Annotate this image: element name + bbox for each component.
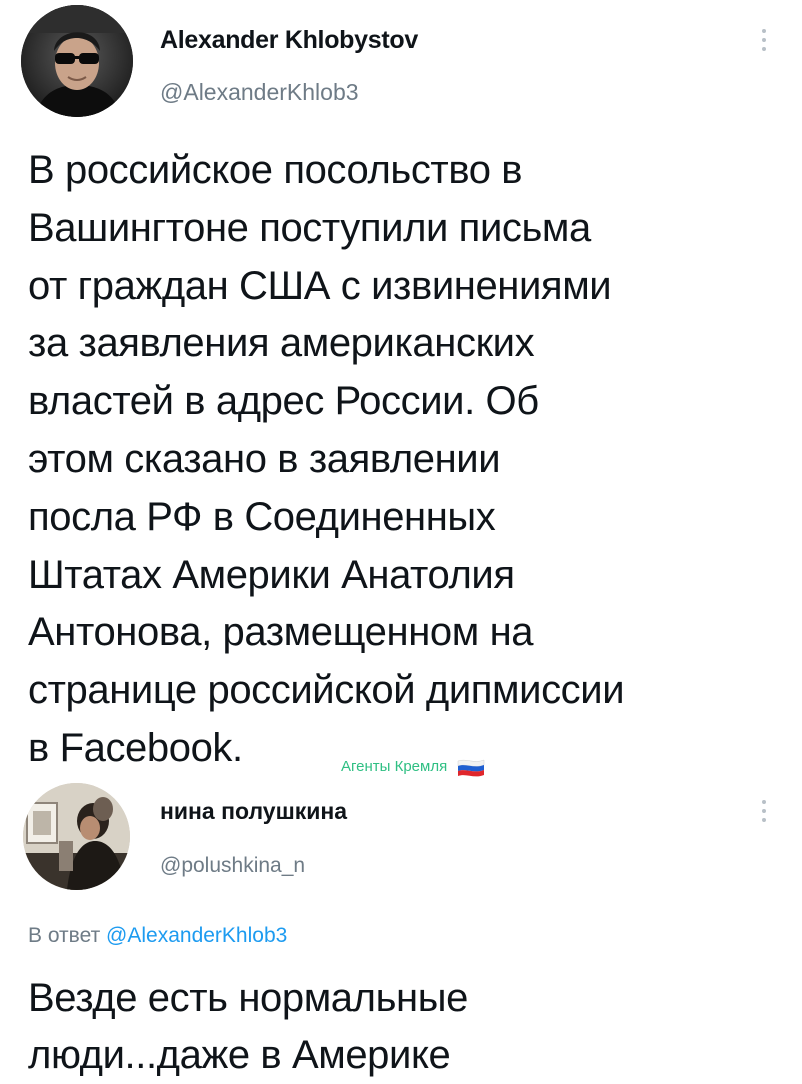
tweet-text-line: посла РФ в Соединенных [28, 494, 496, 539]
author-avatar[interactable] [21, 5, 133, 117]
replying-handle-link[interactable]: @AlexanderKhlob3 [106, 924, 287, 947]
tweet-text-line: в Facebook. [28, 725, 243, 770]
tweet-text: В российское посольство в Вашингтоне пос… [28, 142, 625, 778]
tweet-text-line: за заявления американских [28, 321, 535, 366]
more-options-icon[interactable] [761, 800, 767, 822]
avatar-photo-icon [23, 783, 130, 890]
tweet-text-line: этом сказано в заявлении [28, 436, 501, 481]
tweet-text-line: Вашингтоне поступили письма [28, 205, 591, 250]
replying-to: В ответ @AlexanderKhlob3 [28, 924, 287, 948]
tweet-text-line: Везде есть нормальные [28, 976, 468, 1020]
author-handle[interactable]: @polushkina_n [160, 854, 305, 878]
replying-prefix: В ответ [28, 924, 101, 947]
tweet-text-line: от граждан США с извинениями [28, 263, 612, 308]
tweet-text-line: властей в адрес России. Об [28, 379, 539, 424]
tweet-text-line: Штатах Америки Анатолия [28, 552, 515, 597]
watermark-label: Агенты Кремля [341, 757, 448, 775]
tweet-text: Везде есть нормальные люди...даже в Амер… [28, 970, 468, 1084]
tweet-text-line: Антонова, размещенном на [28, 610, 534, 655]
tweet-text-line: странице российской дипмиссии [28, 668, 625, 713]
author-name[interactable]: Alexander Khlobystov [160, 26, 418, 55]
tweet-reply: нина полушкина @polushkina_n В ответ @Al… [0, 780, 802, 1080]
avatar-photo-icon [21, 5, 133, 117]
tweet-text-line: В российское посольство в [28, 148, 523, 192]
author-avatar[interactable] [23, 783, 130, 890]
watermark: Агенты Кремля [341, 757, 486, 777]
author-name[interactable]: нина полушкина [160, 798, 347, 825]
more-options-icon[interactable] [761, 29, 767, 51]
author-handle[interactable]: @AlexanderKhlob3 [160, 79, 359, 106]
tweet-text-line: люди...даже в Америке [28, 1033, 451, 1077]
tweet-original: Alexander Khlobystov @AlexanderKhlob3 В … [0, 0, 802, 790]
russian-flag-icon [458, 759, 485, 777]
